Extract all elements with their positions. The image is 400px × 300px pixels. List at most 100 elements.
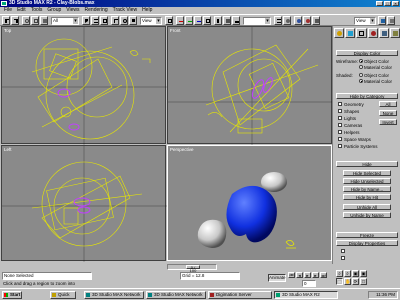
maximize-button[interactable]: □ — [384, 1, 391, 6]
viewport-front-label[interactable]: Front — [170, 28, 181, 33]
quick-render-button[interactable] — [303, 16, 311, 25]
restrict-y-button[interactable] — [185, 16, 193, 25]
play-button[interactable]: ▸ — [304, 272, 311, 278]
display-properties-rollout-button[interactable]: Display Properties — [336, 240, 398, 246]
zoom-button[interactable]: ⌕ — [336, 270, 343, 277]
time-slider-thumb[interactable]: 0 / 100 — [186, 265, 200, 273]
display-property-checkbox-2[interactable] — [341, 256, 345, 260]
region-select-button[interactable] — [100, 16, 108, 25]
menu-views[interactable]: Views — [66, 7, 79, 14]
close-button[interactable]: × — [392, 1, 399, 6]
mirror-button[interactable] — [214, 16, 222, 25]
goto-start-button[interactable]: ⏮ — [288, 272, 295, 278]
bind-spacewarp-button[interactable] — [40, 16, 48, 25]
unhide-all-button[interactable]: Unhide All — [343, 204, 391, 210]
menu-track-view[interactable]: Track View — [113, 7, 137, 14]
pan-button[interactable]: ✋ — [344, 278, 351, 285]
unhide-by-name-button[interactable]: Unhide by Name — [343, 212, 391, 218]
min-max-toggle-button[interactable]: □ — [360, 278, 367, 285]
menu-file[interactable]: File — [4, 7, 12, 14]
wireframe-material-color-radio[interactable] — [359, 65, 363, 69]
task-quick[interactable]: Quick — [50, 291, 76, 299]
unlink-button[interactable] — [31, 16, 39, 25]
rotate-button[interactable] — [120, 16, 128, 25]
pivot-center-button[interactable] — [165, 16, 173, 25]
zoom-extents-button[interactable]: ▣ — [352, 270, 359, 277]
hide-geometry-checkbox[interactable] — [338, 102, 342, 106]
viewport-perspective-label[interactable]: Perspective — [170, 147, 194, 152]
restrict-z-button[interactable] — [194, 16, 202, 25]
render-scene-button[interactable] — [294, 16, 302, 25]
hide-by-category-rollout-button[interactable]: Hide by Category — [336, 93, 398, 99]
hide-by-name-button[interactable]: Hide by Name... — [343, 186, 391, 192]
viewport-top-label[interactable]: Top — [4, 28, 11, 33]
track-view-button[interactable] — [274, 16, 282, 25]
redo-button[interactable] — [11, 16, 19, 25]
view-filter-dropdown[interactable]: View — [354, 17, 376, 25]
category-none-button[interactable]: None — [379, 110, 397, 116]
current-frame-field[interactable]: 0 — [302, 280, 316, 287]
display-property-checkbox-1[interactable] — [341, 249, 345, 253]
selection-filter-dropdown[interactable]: All — [51, 17, 79, 25]
arc-rotate-button[interactable]: ⟳ — [352, 278, 359, 285]
task-3dsmax-network-1[interactable]: 3D Studio MAX Network — [84, 291, 144, 299]
move-button[interactable] — [111, 16, 119, 25]
hide-by-hit-button[interactable]: Hide by Hit — [343, 194, 391, 200]
tab-motion[interactable] — [367, 28, 378, 38]
category-all-button[interactable]: All — [379, 101, 397, 107]
hide-space-warps-checkbox[interactable] — [338, 137, 342, 141]
menu-help[interactable]: Help — [142, 7, 152, 14]
tab-utilities[interactable] — [389, 28, 400, 38]
select-object-button[interactable] — [82, 16, 90, 25]
viewport-top[interactable]: Top — [1, 26, 167, 145]
hide-helpers-checkbox[interactable] — [338, 130, 342, 134]
time-slider[interactable]: 0 / 100 — [167, 264, 217, 273]
restrict-x-button[interactable] — [176, 16, 184, 25]
hide-particle-systems-checkbox[interactable] — [338, 144, 342, 148]
select-by-name-button[interactable] — [91, 16, 99, 25]
wireframe-object-color-radio[interactable] — [359, 59, 363, 63]
category-invert-button[interactable]: Invert — [379, 119, 397, 125]
hide-selected-button[interactable]: Hide Selected — [343, 170, 391, 176]
tab-modify[interactable] — [345, 28, 356, 38]
hide-cameras-checkbox[interactable] — [338, 123, 342, 127]
goto-end-button[interactable]: ⏭ — [320, 272, 327, 278]
array-button[interactable] — [223, 16, 231, 25]
environment-button[interactable] — [378, 16, 386, 25]
minimize-button[interactable]: _ — [376, 1, 383, 6]
restrict-xy-button[interactable] — [203, 16, 211, 25]
zoom-all-button[interactable]: ⌕ — [344, 270, 351, 277]
named-selection-dropdown[interactable] — [243, 17, 271, 25]
prev-frame-button[interactable]: ◂ — [296, 272, 303, 278]
task-digimation-server[interactable]: Digimation Server — [208, 291, 272, 299]
freeze-rollout-button[interactable]: Freeze — [336, 232, 398, 238]
tab-display[interactable] — [378, 28, 389, 38]
hide-unselected-button[interactable]: Hide Unselected — [343, 178, 391, 184]
task-3dsmax-r2[interactable]: 3D Studio MAX R2 — [274, 291, 338, 299]
tab-create[interactable] — [334, 28, 345, 38]
viewport-front[interactable]: Front — [167, 26, 333, 145]
align-button[interactable] — [232, 16, 240, 25]
material-editor-button[interactable] — [283, 16, 291, 25]
hide-shapes-checkbox[interactable] — [338, 109, 342, 113]
shaded-object-color-radio[interactable] — [359, 73, 363, 77]
menu-rendering[interactable]: Rendering — [85, 7, 108, 14]
link-button[interactable] — [22, 16, 30, 25]
viewport-left[interactable]: Left — [1, 145, 167, 262]
tab-hierarchy[interactable] — [356, 28, 367, 38]
task-3dsmax-network-2[interactable]: 3D Studio MAX Network — [146, 291, 206, 299]
reference-coordinate-dropdown[interactable]: View — [140, 17, 162, 25]
menu-edit[interactable]: Edit — [17, 7, 26, 14]
undo-button[interactable] — [2, 16, 10, 25]
video-post-button[interactable] — [387, 16, 395, 25]
viewport-left-label[interactable]: Left — [4, 147, 12, 152]
display-color-rollout-button[interactable]: Display Color — [336, 50, 398, 56]
hide-rollout-button[interactable]: Hide — [336, 161, 398, 167]
clock[interactable]: 11:36 PM — [376, 292, 395, 297]
hide-lights-checkbox[interactable] — [338, 116, 342, 120]
shaded-material-color-radio[interactable] — [359, 79, 363, 83]
viewport-perspective[interactable]: Perspective — [167, 145, 332, 261]
zoom-extents-all-button[interactable]: ▣ — [360, 270, 367, 277]
menu-tools[interactable]: Tools — [31, 7, 43, 14]
next-frame-button[interactable]: ▸ — [312, 272, 319, 278]
